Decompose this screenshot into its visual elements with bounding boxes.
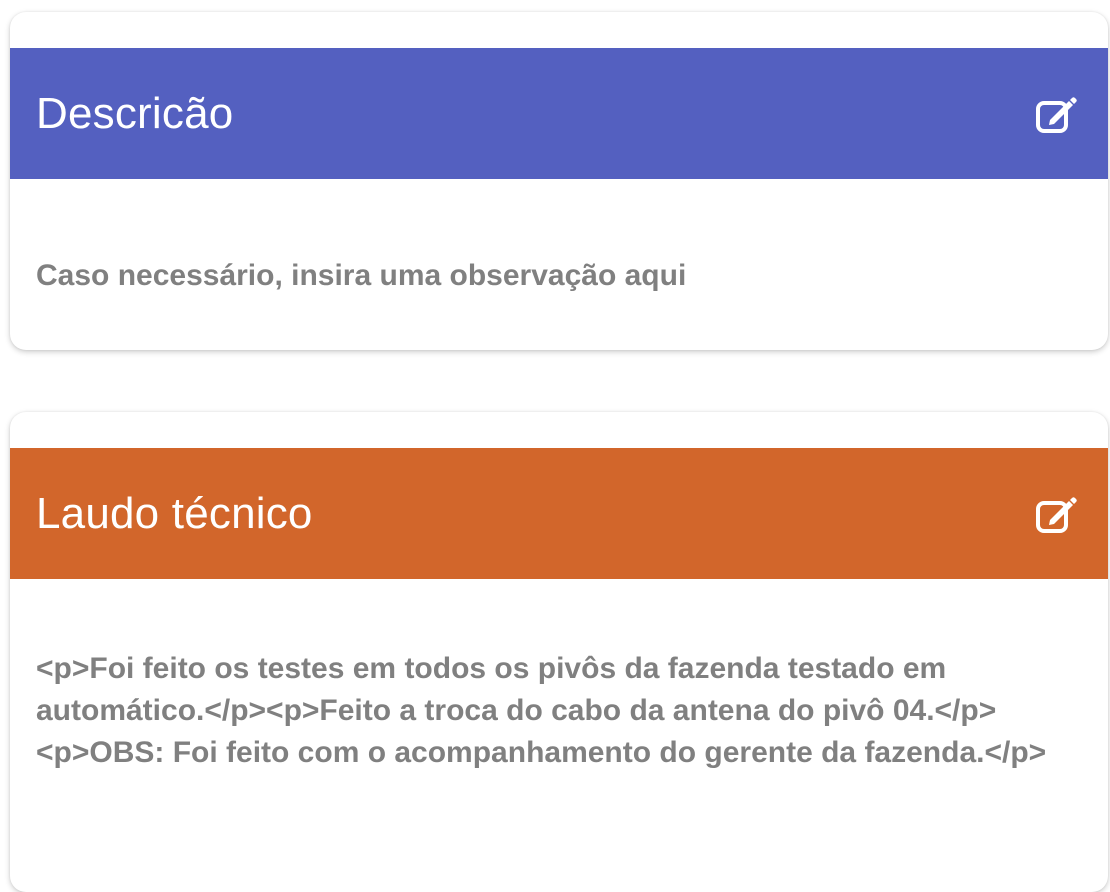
descricao-card: Descricão Caso necessário, insira uma ob… xyxy=(10,12,1108,350)
edit-icon xyxy=(1036,496,1077,533)
laudo-text: <p>Foi feito os testes em todos os pivôs… xyxy=(36,652,1047,769)
descricao-header: Descricão xyxy=(10,48,1108,179)
laudo-title: Laudo técnico xyxy=(36,488,313,538)
laudo-header: Laudo técnico xyxy=(10,448,1108,579)
edit-icon xyxy=(1036,96,1077,133)
laudo-edit-button[interactable] xyxy=(1032,490,1080,538)
descricao-edit-button[interactable] xyxy=(1032,90,1080,138)
descricao-observation-field[interactable]: Caso necessário, insira uma observação a… xyxy=(36,258,1068,294)
descricao-title: Descricão xyxy=(36,88,234,138)
laudo-card: Laudo técnico <p>Foi feito os testes em … xyxy=(10,412,1108,892)
